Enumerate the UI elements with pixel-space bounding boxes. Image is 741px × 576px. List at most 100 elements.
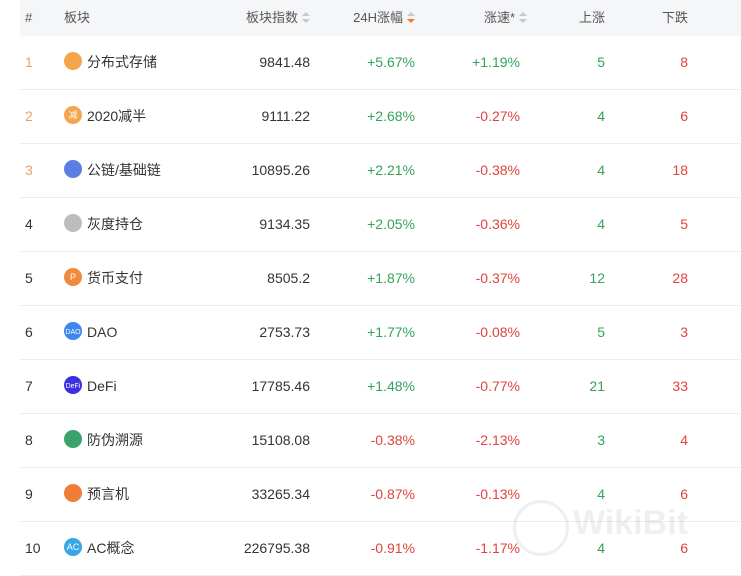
- row-rank: 4: [25, 216, 33, 232]
- table-row[interactable]: 1 分布式存储 9841.48 +5.67% +1.19% 5 8: [20, 36, 741, 90]
- row-up-count: 5: [597, 324, 605, 340]
- row-up-count: 4: [597, 216, 605, 232]
- payment-icon: P: [64, 268, 82, 287]
- sort-desc-icon: [407, 11, 415, 24]
- col-change-header[interactable]: 24H涨幅: [353, 0, 415, 36]
- row-speed: -0.27%: [475, 108, 520, 124]
- row-name-cell[interactable]: DeFi DeFi: [64, 360, 117, 413]
- grayscale-icon: [64, 214, 82, 233]
- storage-icon: [64, 52, 82, 71]
- table-row[interactable]: 4 灰度持仓 9134.35 +2.05% -0.36% 4 5: [20, 198, 741, 252]
- table-row[interactable]: 3 公链/基础链 10895.26 +2.21% -0.38% 4 18: [20, 144, 741, 198]
- table-header: # 板块 板块指数 24H涨幅 涨速* 上涨 下跌: [20, 0, 741, 36]
- row-name-cell[interactable]: 防伪溯源: [64, 414, 143, 467]
- row-down-count: 4: [680, 432, 688, 448]
- halving-icon: 减: [64, 106, 82, 125]
- col-rank-header: #: [25, 10, 33, 25]
- row-name[interactable]: 公链/基础链: [87, 162, 161, 178]
- row-change: +1.77%: [367, 324, 415, 340]
- row-name[interactable]: 预言机: [87, 486, 129, 502]
- row-speed: -0.36%: [475, 216, 520, 232]
- row-speed: +1.19%: [472, 54, 520, 70]
- row-name-cell[interactable]: 分布式存储: [64, 36, 157, 89]
- row-rank: 3: [25, 162, 33, 178]
- row-rank: 2: [25, 108, 33, 124]
- chain-icon: [64, 160, 82, 179]
- col-index-header[interactable]: 板块指数: [246, 0, 310, 36]
- row-speed: -0.77%: [475, 378, 520, 394]
- col-index-label: 板块指数: [245, 10, 298, 25]
- row-down-count: 5: [680, 216, 688, 232]
- col-speed-header[interactable]: 涨速*: [484, 0, 527, 36]
- row-index: 15108.08: [251, 432, 310, 448]
- icon-text: P: [69, 272, 76, 283]
- row-change: +2.68%: [367, 108, 415, 124]
- row-name[interactable]: 分布式存储: [87, 54, 157, 70]
- col-up-header: 上涨: [578, 10, 605, 25]
- row-down-count: 3: [680, 324, 688, 340]
- row-change: -0.91%: [370, 540, 415, 556]
- row-name-cell[interactable]: DAO DAO: [64, 306, 117, 359]
- icon-text: AC: [66, 542, 80, 553]
- wikibit-logo-icon: [513, 500, 569, 556]
- row-name[interactable]: AC概念: [87, 540, 134, 556]
- row-change: +1.48%: [367, 378, 415, 394]
- row-down-count: 6: [680, 108, 688, 124]
- row-up-count: 3: [597, 432, 605, 448]
- row-name[interactable]: 2020减半: [87, 108, 146, 124]
- watermark: WikiBit: [513, 496, 733, 556]
- row-up-count: 4: [597, 162, 605, 178]
- row-index: 9111.22: [261, 108, 310, 124]
- table-row[interactable]: 7 DeFi DeFi 17785.46 +1.48% -0.77% 21 33: [20, 360, 741, 414]
- row-rank: 6: [25, 324, 33, 340]
- col-down-header: 下跌: [661, 10, 688, 25]
- row-name-cell[interactable]: AC AC概念: [64, 522, 134, 575]
- row-up-count: 21: [589, 378, 605, 394]
- row-name-cell[interactable]: 灰度持仓: [64, 198, 143, 251]
- row-name[interactable]: 货币支付: [87, 270, 143, 286]
- row-speed: -0.08%: [475, 324, 520, 340]
- row-speed: -2.13%: [475, 432, 520, 448]
- row-name-cell[interactable]: 减 2020减半: [64, 90, 146, 143]
- row-name[interactable]: DeFi: [87, 378, 117, 394]
- dao-icon: DAO: [64, 322, 82, 341]
- table-row[interactable]: 6 DAO DAO 2753.73 +1.77% -0.08% 5 3: [20, 306, 741, 360]
- row-change: +2.05%: [367, 216, 415, 232]
- row-down-count: 8: [680, 54, 688, 70]
- row-index: 8505.2: [267, 270, 310, 286]
- row-rank: 8: [25, 432, 33, 448]
- col-change-label: 24H涨幅: [353, 10, 403, 25]
- row-rank: 7: [25, 378, 33, 394]
- icon-text: DAO: [65, 329, 81, 337]
- table-row[interactable]: 8 防伪溯源 15108.08 -0.38% -2.13% 3 4: [20, 414, 741, 468]
- row-up-count: 12: [589, 270, 605, 286]
- icon-text: DeFi: [65, 383, 81, 391]
- oracle-icon: [64, 484, 82, 503]
- sector-table: # 板块 板块指数 24H涨幅 涨速* 上涨 下跌 1 分布式存储 9841.48 +…: [0, 0, 741, 576]
- defi-icon: DeFi: [64, 376, 82, 395]
- row-name[interactable]: DAO: [87, 324, 117, 340]
- row-name[interactable]: 防伪溯源: [87, 432, 143, 448]
- sort-icon: [302, 11, 310, 24]
- row-name[interactable]: 灰度持仓: [87, 216, 143, 232]
- row-name-cell[interactable]: 公链/基础链: [64, 144, 161, 197]
- row-change: +2.21%: [367, 162, 415, 178]
- row-name-cell[interactable]: P 货币支付: [64, 252, 143, 305]
- row-down-count: 18: [672, 162, 688, 178]
- icon-text: 减: [68, 110, 78, 121]
- row-index: 2753.73: [259, 324, 310, 340]
- sort-icon: [519, 11, 527, 24]
- row-rank: 5: [25, 270, 33, 286]
- row-speed: -0.37%: [475, 270, 520, 286]
- row-change: +5.67%: [367, 54, 415, 70]
- row-name-cell[interactable]: 预言机: [64, 468, 129, 521]
- ac-icon: AC: [64, 538, 82, 557]
- row-down-count: 33: [672, 378, 688, 394]
- row-down-count: 28: [672, 270, 688, 286]
- row-change: +1.87%: [367, 270, 415, 286]
- row-up-count: 4: [597, 108, 605, 124]
- col-speed-label: 涨速*: [483, 10, 515, 25]
- table-row[interactable]: 5 P 货币支付 8505.2 +1.87% -0.37% 12 28: [20, 252, 741, 306]
- col-name-header: 板块: [64, 10, 91, 25]
- table-row[interactable]: 2 减 2020减半 9111.22 +2.68% -0.27% 4 6: [20, 90, 741, 144]
